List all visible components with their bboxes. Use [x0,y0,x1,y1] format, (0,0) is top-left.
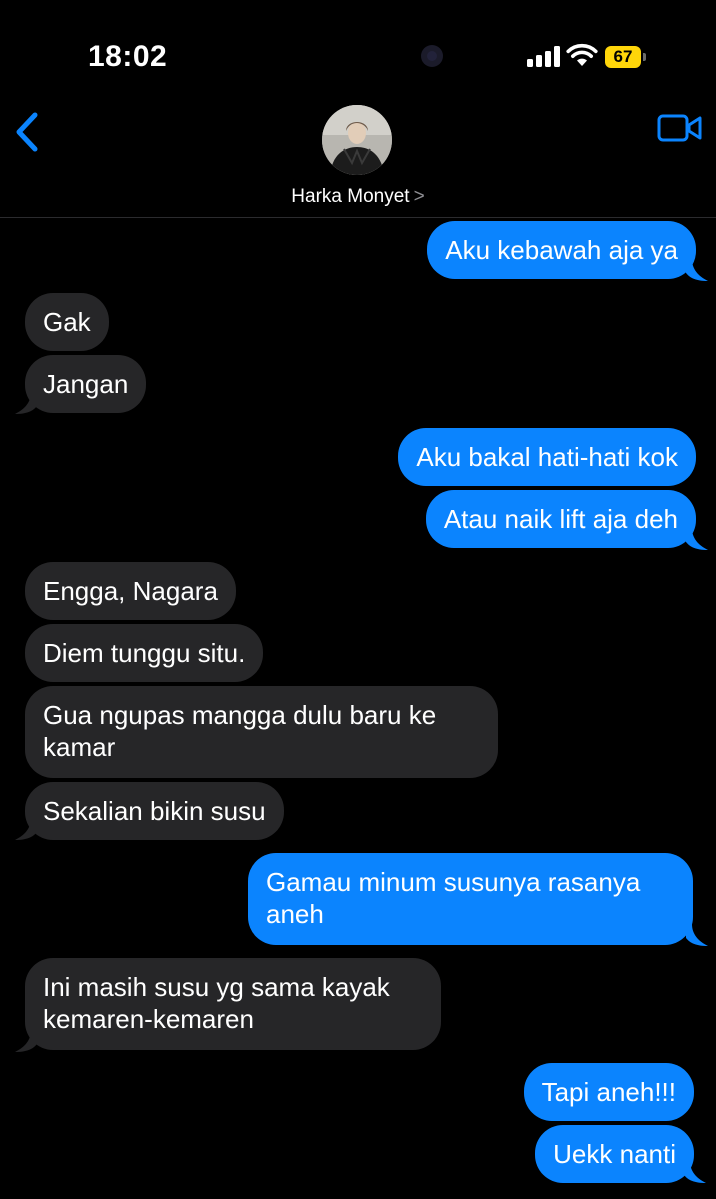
contact-name-label: Harka Monyet [291,186,410,207]
bubble-tail-icon [686,528,708,550]
camera-dot-icon [421,45,443,67]
battery-tip-icon [643,53,646,61]
outgoing-message[interactable]: Tapi aneh!!! [523,1063,694,1121]
outgoing-message[interactable]: Aku bakal hati-hati kok [398,428,696,486]
contact-name-button[interactable]: Harka Monyet > [0,186,716,208]
video-call-button[interactable] [656,110,704,146]
contact-avatar[interactable] [322,105,392,175]
messages-screen: 18:02 67 Harka Monyet > Aku kebawah aja … [0,0,716,1199]
status-time: 18:02 [88,40,168,73]
back-button[interactable] [10,110,46,154]
outgoing-message[interactable]: Gamau minum susunya rasanya aneh [248,853,693,945]
incoming-message[interactable]: Gua ngupas mangga dulu baru ke kamar [25,686,498,778]
chevron-right-icon: > [413,186,425,207]
incoming-message[interactable]: Diem tunggu situ. [25,624,264,682]
bubble-tail-icon [15,818,37,840]
battery-indicator: 67 [605,46,641,68]
bubble-tail-icon [684,1161,706,1183]
bubble-tail-icon [15,1030,37,1052]
incoming-message[interactable]: Sekalian bikin susu [25,782,284,840]
bubble-tail-icon [686,259,708,281]
outgoing-message[interactable]: Uekk nanti [535,1125,694,1183]
bubble-tail-icon [15,392,37,414]
conversation-header: Harka Monyet > [0,100,716,218]
cellular-signal-icon [527,45,563,67]
bubble-tail-icon [686,924,708,946]
incoming-message[interactable]: Ini masih susu yg sama kayak kemaren-kem… [25,958,441,1050]
outgoing-message[interactable]: Aku kebawah aja ya [427,221,696,279]
incoming-message[interactable]: Gak [25,293,109,351]
incoming-message[interactable]: Engga, Nagara [25,562,236,620]
incoming-message[interactable]: Jangan [25,355,147,413]
wifi-icon [566,43,598,66]
status-bar: 18:02 67 [0,0,716,100]
avatar-photo [322,105,392,175]
outgoing-message[interactable]: Atau naik lift aja deh [425,490,696,548]
